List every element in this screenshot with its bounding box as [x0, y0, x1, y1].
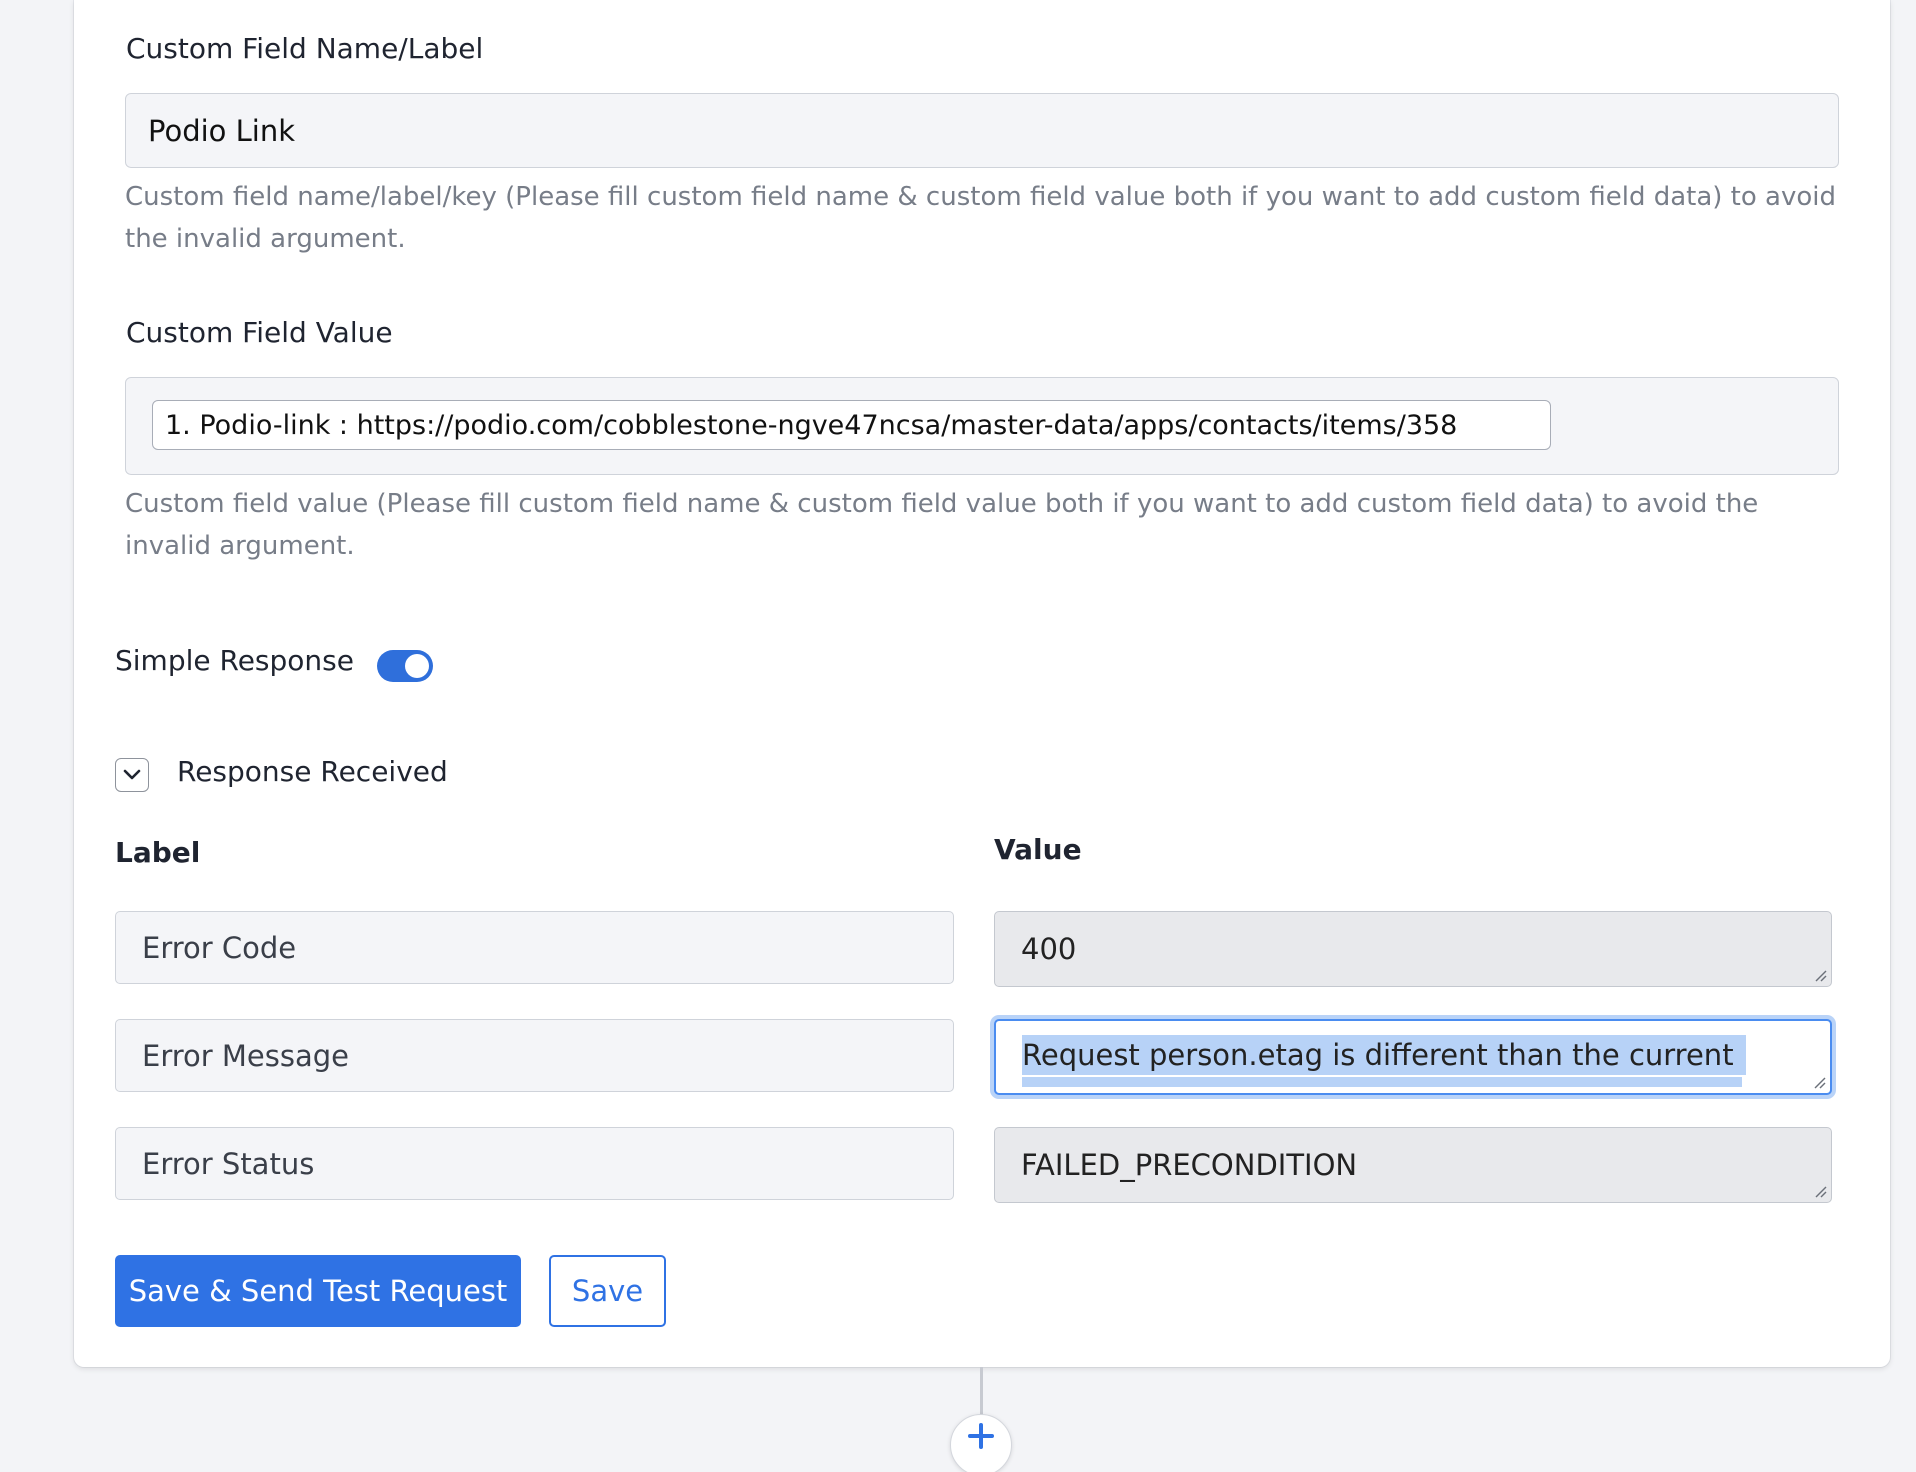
response-value-field-focused[interactable]: Request person.etag is different than th… — [994, 1019, 1832, 1095]
response-value-field[interactable]: 400 — [994, 911, 1832, 987]
custom-field-name-help: Custom field name/label/key (Please fill… — [125, 182, 1836, 254]
action-config-card: Custom Field Name/Label Podio Link Custo… — [74, 0, 1890, 1367]
custom-field-name-value: Podio Link — [148, 113, 296, 148]
custom-field-name-label: Custom Field Name/Label — [126, 32, 484, 65]
response-label-text: Error Code — [142, 930, 297, 965]
response-value-text: FAILED_PRECONDITION — [1021, 1148, 1358, 1182]
custom-field-value-input[interactable]: 1. Podio-link : https://podio.com/cobble… — [125, 377, 1839, 475]
response-label-field[interactable]: Error Message — [115, 1019, 954, 1092]
value-column-header: Value — [994, 833, 1082, 866]
page: Custom Field Name/Label Podio Link Custo… — [0, 0, 1916, 1472]
chevron-down-icon — [123, 769, 141, 780]
custom-field-value-token[interactable]: 1. Podio-link : https://podio.com/cobble… — [152, 400, 1551, 450]
label-column-header: Label — [115, 836, 201, 869]
selection-overflow — [1022, 1077, 1742, 1087]
response-value-field[interactable]: FAILED_PRECONDITION — [994, 1127, 1832, 1203]
step-connector-line — [980, 1367, 983, 1417]
resize-handle-icon[interactable] — [1812, 1075, 1826, 1089]
response-received-collapse-button[interactable] — [115, 758, 149, 792]
add-step-button[interactable] — [950, 1414, 1012, 1472]
response-value-text: 400 — [1021, 932, 1077, 966]
toggle-knob — [405, 654, 429, 678]
custom-field-value-help: Custom field value (Please fill custom f… — [125, 489, 1759, 561]
custom-field-name-input[interactable]: Podio Link — [125, 93, 1839, 168]
custom-field-value-label: Custom Field Value — [126, 316, 393, 349]
response-label-field[interactable]: Error Status — [115, 1127, 954, 1200]
response-received-label: Response Received — [177, 755, 448, 788]
resize-handle-icon[interactable] — [1813, 1184, 1827, 1198]
response-value-text-selected: Request person.etag is different than th… — [1022, 1035, 1746, 1075]
response-label-field[interactable]: Error Code — [115, 911, 954, 984]
simple-response-label: Simple Response — [115, 644, 354, 677]
save-button[interactable]: Save — [549, 1255, 666, 1327]
save-and-send-test-request-button[interactable]: Save & Send Test Request — [115, 1255, 521, 1327]
response-label-text: Error Status — [142, 1146, 315, 1181]
plus-icon — [968, 1423, 994, 1449]
simple-response-toggle[interactable] — [377, 650, 433, 682]
response-label-text: Error Message — [142, 1038, 350, 1073]
resize-handle-icon[interactable] — [1813, 968, 1827, 982]
